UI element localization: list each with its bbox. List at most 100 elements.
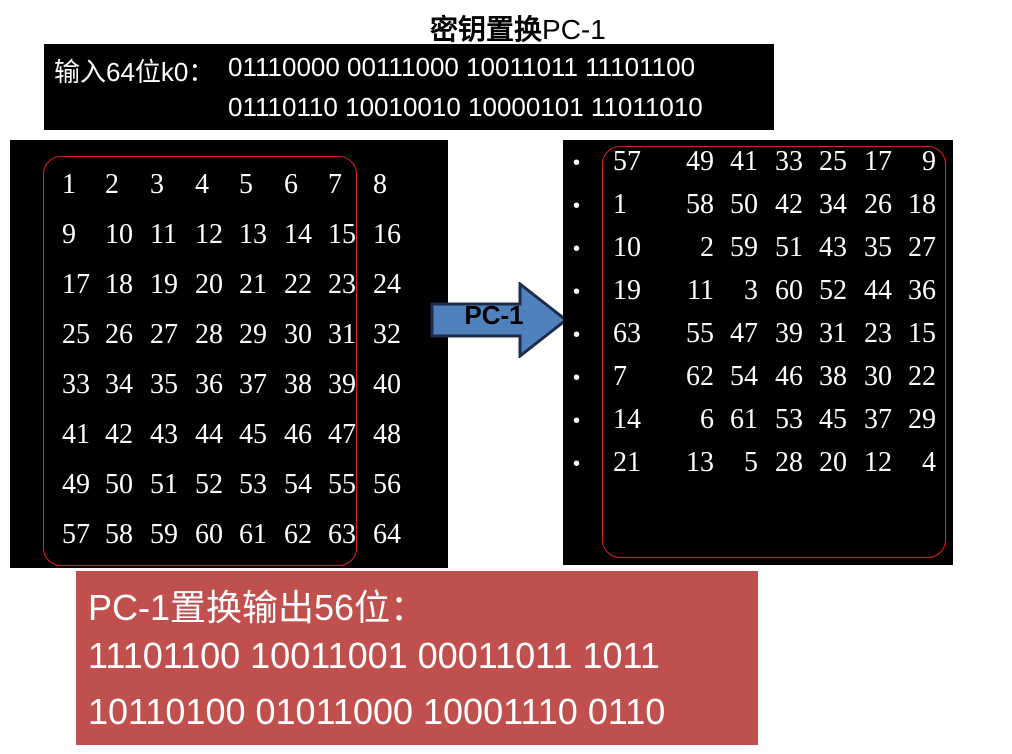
original-bit-table: 1 2 3 4 5 6 7 8 9 10 11 12 13 14 15 16 17 18 19 20 21 22 23 24 2… [10, 140, 448, 568]
pc1-cell: 43 [819, 232, 847, 263]
pc1-cell: 22 [908, 361, 936, 392]
list-bullet: • [573, 195, 581, 217]
pc1-cell: 15 [908, 318, 936, 349]
pc1-cell: 17 [864, 146, 892, 177]
pc1-cell: 23 [864, 318, 892, 349]
bit-position-cell: 40 [373, 369, 401, 400]
pc1-cell: 42 [775, 189, 803, 220]
pc1-cell: 4 [922, 447, 936, 478]
bit-position-cell: 60 [195, 519, 223, 550]
bit-position-cell: 22 [284, 269, 312, 300]
pc1-cell: 20 [819, 447, 847, 478]
bit-position-cell: 43 [150, 419, 178, 450]
bit-position-cell: 27 [150, 319, 178, 350]
bit-position-cell: 45 [239, 419, 267, 450]
pc1-cell: 21 [613, 447, 641, 478]
pc1-cell: 47 [730, 318, 758, 349]
pc1-cell: 33 [775, 146, 803, 177]
bit-position-cell: 31 [328, 319, 356, 350]
pc1-cell: 54 [730, 361, 758, 392]
pc1-cell: 51 [775, 232, 803, 263]
bit-position-cell: 57 [62, 519, 90, 550]
bit-position-cell: 15 [328, 219, 356, 250]
pc1-cell: 1 [613, 189, 627, 220]
pc1-cell: 46 [775, 361, 803, 392]
bit-position-cell: 7 [328, 169, 342, 200]
pc1-cell: 34 [819, 189, 847, 220]
pc1-cell: 30 [864, 361, 892, 392]
pc1-cell: 2 [700, 232, 714, 263]
pc1-cell: 50 [730, 189, 758, 220]
bit-position-cell: 36 [195, 369, 223, 400]
bit-position-cell: 42 [105, 419, 133, 450]
bit-position-cell: 19 [150, 269, 178, 300]
pc1-cell: 26 [864, 189, 892, 220]
bit-position-cell: 29 [239, 319, 267, 350]
bit-position-cell: 46 [284, 419, 312, 450]
pc1-cell: 19 [613, 275, 641, 306]
pc1-cell: 9 [922, 146, 936, 177]
pc1-cell: 29 [908, 404, 936, 435]
list-bullet: • [573, 324, 581, 346]
pc1-cell: 52 [819, 275, 847, 306]
pc1-cell: 62 [686, 361, 714, 392]
pc1-cell: 63 [613, 318, 641, 349]
bit-position-cell: 38 [284, 369, 312, 400]
input-label: 输入64位k0： [54, 57, 215, 87]
bit-position-cell: 44 [195, 419, 223, 450]
bit-position-cell: 63 [328, 519, 356, 550]
pc1-arrow-label: PC-1 [464, 300, 524, 330]
bit-position-cell: 50 [105, 469, 133, 500]
bit-position-cell: 18 [105, 269, 133, 300]
input-key-line-2: 01110110 10010010 10000101 11011010 [228, 92, 703, 122]
bit-position-cell: 37 [239, 369, 267, 400]
bit-position-cell: 33 [62, 369, 90, 400]
bit-position-cell: 25 [62, 319, 90, 350]
bit-position-cell: 20 [195, 269, 223, 300]
list-bullet: • [573, 367, 581, 389]
bit-position-cell: 52 [195, 469, 223, 500]
page-title: 密钥置换PC-1 [430, 8, 650, 46]
pc1-cell: 7 [613, 361, 627, 392]
output-box: PC-1置换输出56位： 11101100 10011001 00011011 … [76, 571, 758, 745]
bit-position-cell: 62 [284, 519, 312, 550]
pc1-cell: 13 [686, 447, 714, 478]
pc1-cell: 41 [730, 146, 758, 177]
list-bullet: • [573, 281, 581, 303]
pc1-cell: 60 [775, 275, 803, 306]
bit-position-cell: 21 [239, 269, 267, 300]
bit-position-cell: 59 [150, 519, 178, 550]
bit-position-cell: 56 [373, 469, 401, 500]
bit-position-cell: 61 [239, 519, 267, 550]
bit-position-cell: 17 [62, 269, 90, 300]
bit-position-cell: 41 [62, 419, 90, 450]
pc1-cell: 61 [730, 404, 758, 435]
pc1-cell: 31 [819, 318, 847, 349]
bit-position-cell: 9 [62, 219, 76, 250]
bit-position-cell: 11 [150, 219, 177, 250]
list-bullet: • [573, 453, 581, 475]
pc1-cell: 12 [864, 447, 892, 478]
pc1-cell: 37 [864, 404, 892, 435]
bit-position-cell: 49 [62, 469, 90, 500]
bit-position-cell: 55 [328, 469, 356, 500]
bit-position-cell: 48 [373, 419, 401, 450]
output-line-2: 10110100 01011000 10001110 0110 [88, 691, 666, 732]
bit-position-cell: 35 [150, 369, 178, 400]
bit-position-cell: 1 [62, 169, 76, 200]
pc1-cell: 3 [744, 275, 758, 306]
pc1-cell: 38 [819, 361, 847, 392]
output-title: PC-1置换输出56位： [88, 587, 427, 628]
bit-position-cell: 6 [284, 169, 298, 200]
bit-position-cell: 39 [328, 369, 356, 400]
pc1-permutation-table: • 57 49 41 33 25 17 9 • 1 58 50 42 34 26 18 • 10 2 59 51 43 35… [563, 140, 953, 565]
bit-position-cell: 13 [239, 219, 267, 250]
output-line-1: 11101100 10011001 00011011 1011 [88, 635, 660, 676]
bit-position-cell: 10 [105, 219, 133, 250]
bit-position-cell: 24 [373, 269, 401, 300]
pc1-cell: 35 [864, 232, 892, 263]
title-suffix: PC-1 [542, 14, 606, 45]
bit-position-cell: 5 [239, 169, 253, 200]
pc1-cell: 59 [730, 232, 758, 263]
pc1-cell: 49 [686, 146, 714, 177]
